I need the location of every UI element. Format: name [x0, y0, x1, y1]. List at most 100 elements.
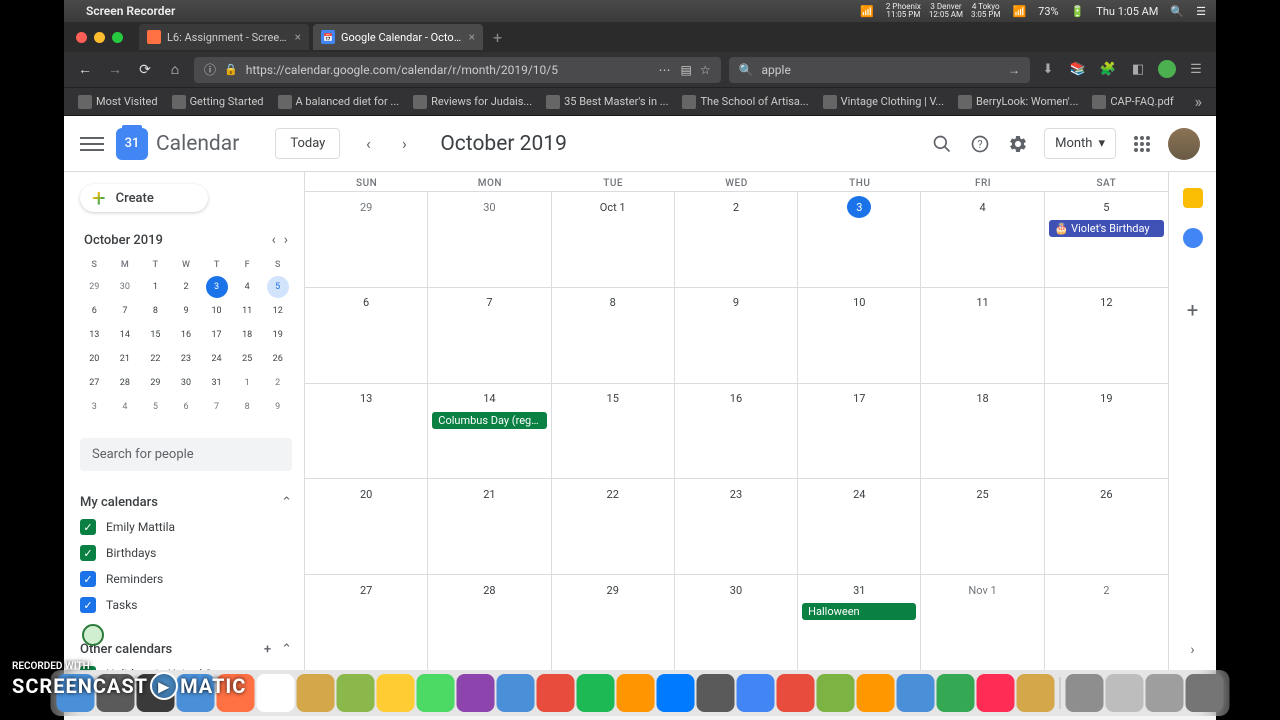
dock-app-icon[interactable]	[897, 674, 935, 712]
page-actions[interactable]: ⋯	[658, 63, 672, 77]
bookmark-item[interactable]: BerryLook: Women'...	[952, 92, 1084, 112]
day-cell[interactable]: 18	[921, 384, 1044, 479]
day-cell[interactable]: 13	[305, 384, 428, 479]
info-icon[interactable]: ⓘ	[204, 61, 216, 78]
menu-icon[interactable]: ☰	[1196, 5, 1206, 18]
mini-day-cell[interactable]: 11	[236, 300, 258, 322]
dock-app-icon[interactable]	[377, 674, 415, 712]
calendar-checkbox[interactable]: ✓	[80, 597, 96, 613]
day-cell[interactable]: 22	[552, 479, 675, 574]
day-cell[interactable]: 14Columbus Day (regional h	[428, 384, 551, 479]
dock-app-icon[interactable]	[817, 674, 855, 712]
day-cell[interactable]: 6	[305, 288, 428, 383]
add-calendar-icon[interactable]: +	[264, 642, 271, 657]
prev-month-button[interactable]: ‹	[352, 128, 384, 160]
spotlight-icon[interactable]: 🔍	[1170, 5, 1184, 18]
next-month-button[interactable]: ›	[388, 128, 420, 160]
datetime[interactable]: Thu 1:05 AM	[1096, 5, 1158, 18]
day-cell[interactable]: Oct 1	[552, 192, 675, 287]
calendar-checkbox[interactable]: ✓	[80, 519, 96, 535]
mini-day-cell[interactable]: 16	[175, 324, 197, 346]
bookmark-item[interactable]: 35 Best Master's in ...	[540, 92, 674, 112]
mini-day-cell[interactable]: 23	[175, 348, 197, 370]
day-cell[interactable]: 30	[675, 575, 798, 670]
day-cell[interactable]: 5🎂 Violet's Birthday	[1045, 192, 1168, 287]
day-cell[interactable]: Nov 1	[921, 575, 1044, 670]
minimize-window[interactable]	[94, 32, 105, 43]
mini-day-cell[interactable]: 5	[267, 276, 289, 298]
dock-app-icon[interactable]	[417, 674, 455, 712]
mini-day-cell[interactable]: 12	[267, 300, 289, 322]
day-cell[interactable]: 2	[675, 192, 798, 287]
library-icon[interactable]: 📚	[1068, 60, 1088, 80]
day-cell[interactable]: 10	[798, 288, 921, 383]
day-cell[interactable]: 30	[428, 192, 551, 287]
mini-day-cell[interactable]: 4	[114, 396, 136, 418]
search-icon[interactable]	[930, 132, 954, 156]
new-tab-button[interactable]: +	[493, 28, 502, 47]
apps-grid-icon[interactable]	[1130, 132, 1154, 156]
day-cell[interactable]: 21	[428, 479, 551, 574]
sidebar-icon[interactable]: ◧	[1128, 60, 1148, 80]
gcal-logo[interactable]: 31 Calendar	[116, 128, 239, 160]
mini-day-cell[interactable]: 15	[144, 324, 166, 346]
day-cell[interactable]: 20	[305, 479, 428, 574]
mini-day-cell[interactable]: 17	[206, 324, 228, 346]
mini-day-cell[interactable]: 9	[267, 396, 289, 418]
day-cell[interactable]: 17	[798, 384, 921, 479]
close-tab-icon[interactable]: ×	[295, 30, 301, 44]
bookmark-item[interactable]: Vintage Clothing | V...	[817, 92, 950, 112]
other-calendars-toggle[interactable]: Other calendars + ⌃	[80, 638, 292, 661]
day-cell[interactable]: 29	[552, 575, 675, 670]
bookmark-item[interactable]: Reviews for Judais...	[407, 92, 538, 112]
dock-app-icon[interactable]	[657, 674, 695, 712]
hamburger-menu-icon[interactable]: ☰	[1186, 60, 1206, 80]
dock-app-icon[interactable]	[777, 674, 815, 712]
mini-day-cell[interactable]: 6	[83, 300, 105, 322]
day-cell[interactable]: 23	[675, 479, 798, 574]
view-selector[interactable]: Month ▾	[1044, 128, 1116, 159]
dock-app-icon[interactable]	[977, 674, 1015, 712]
dock-app-icon[interactable]	[457, 674, 495, 712]
home-button[interactable]: ⌂	[164, 59, 186, 81]
calendar-list-item[interactable]: ✓Reminders	[80, 566, 292, 592]
mini-day-cell[interactable]: 9	[175, 300, 197, 322]
window-controls[interactable]	[76, 32, 123, 43]
search-bar[interactable]: 🔍 apple →	[729, 57, 1030, 83]
dock-app-icon[interactable]	[737, 674, 775, 712]
calendar-list-item[interactable]: ✓Tasks	[80, 592, 292, 618]
extension-avatar[interactable]	[1158, 60, 1176, 78]
dock-app-icon[interactable]	[337, 674, 375, 712]
collapse-panel-icon[interactable]: ›	[1190, 642, 1194, 658]
mini-day-cell[interactable]: 30	[114, 276, 136, 298]
bookmark-item[interactable]: CAP-FAQ.pdf	[1086, 92, 1179, 112]
today-button[interactable]: Today	[275, 128, 340, 159]
dock-app-icon[interactable]	[1066, 674, 1104, 712]
mini-prev-button[interactable]: ‹	[272, 232, 276, 248]
bookmark-item[interactable]: The School of Artisa...	[676, 92, 814, 112]
mini-day-cell[interactable]: 6	[175, 396, 197, 418]
downloads-icon[interactable]: ⬇	[1038, 60, 1058, 80]
day-cell[interactable]: 31Halloween	[798, 575, 921, 670]
day-cell[interactable]: 11	[921, 288, 1044, 383]
reload-button[interactable]: ⟳	[134, 59, 156, 81]
dock-app-icon[interactable]	[1017, 674, 1055, 712]
day-cell[interactable]: 16	[675, 384, 798, 479]
tasks-icon[interactable]	[1183, 228, 1203, 248]
dock-app-icon[interactable]	[257, 674, 295, 712]
calendar-list-item[interactable]: ✓Emily Mattila	[80, 514, 292, 540]
day-cell[interactable]: 8	[552, 288, 675, 383]
bookmark-item[interactable]: The Best Hike in Ev...	[1182, 92, 1185, 112]
back-button[interactable]: ←	[74, 59, 96, 81]
mini-day-cell[interactable]: 29	[144, 372, 166, 394]
mini-day-cell[interactable]: 27	[83, 372, 105, 394]
wifi-icon[interactable]: 📶	[1012, 5, 1026, 18]
dock-app-icon[interactable]	[577, 674, 615, 712]
mini-day-cell[interactable]: 29	[83, 276, 105, 298]
mini-day-cell[interactable]: 31	[206, 372, 228, 394]
mini-day-cell[interactable]: 18	[236, 324, 258, 346]
day-cell[interactable]: 26	[1045, 479, 1168, 574]
settings-icon[interactable]	[1006, 132, 1030, 156]
mini-day-cell[interactable]: 20	[83, 348, 105, 370]
day-cell[interactable]: 4	[921, 192, 1044, 287]
